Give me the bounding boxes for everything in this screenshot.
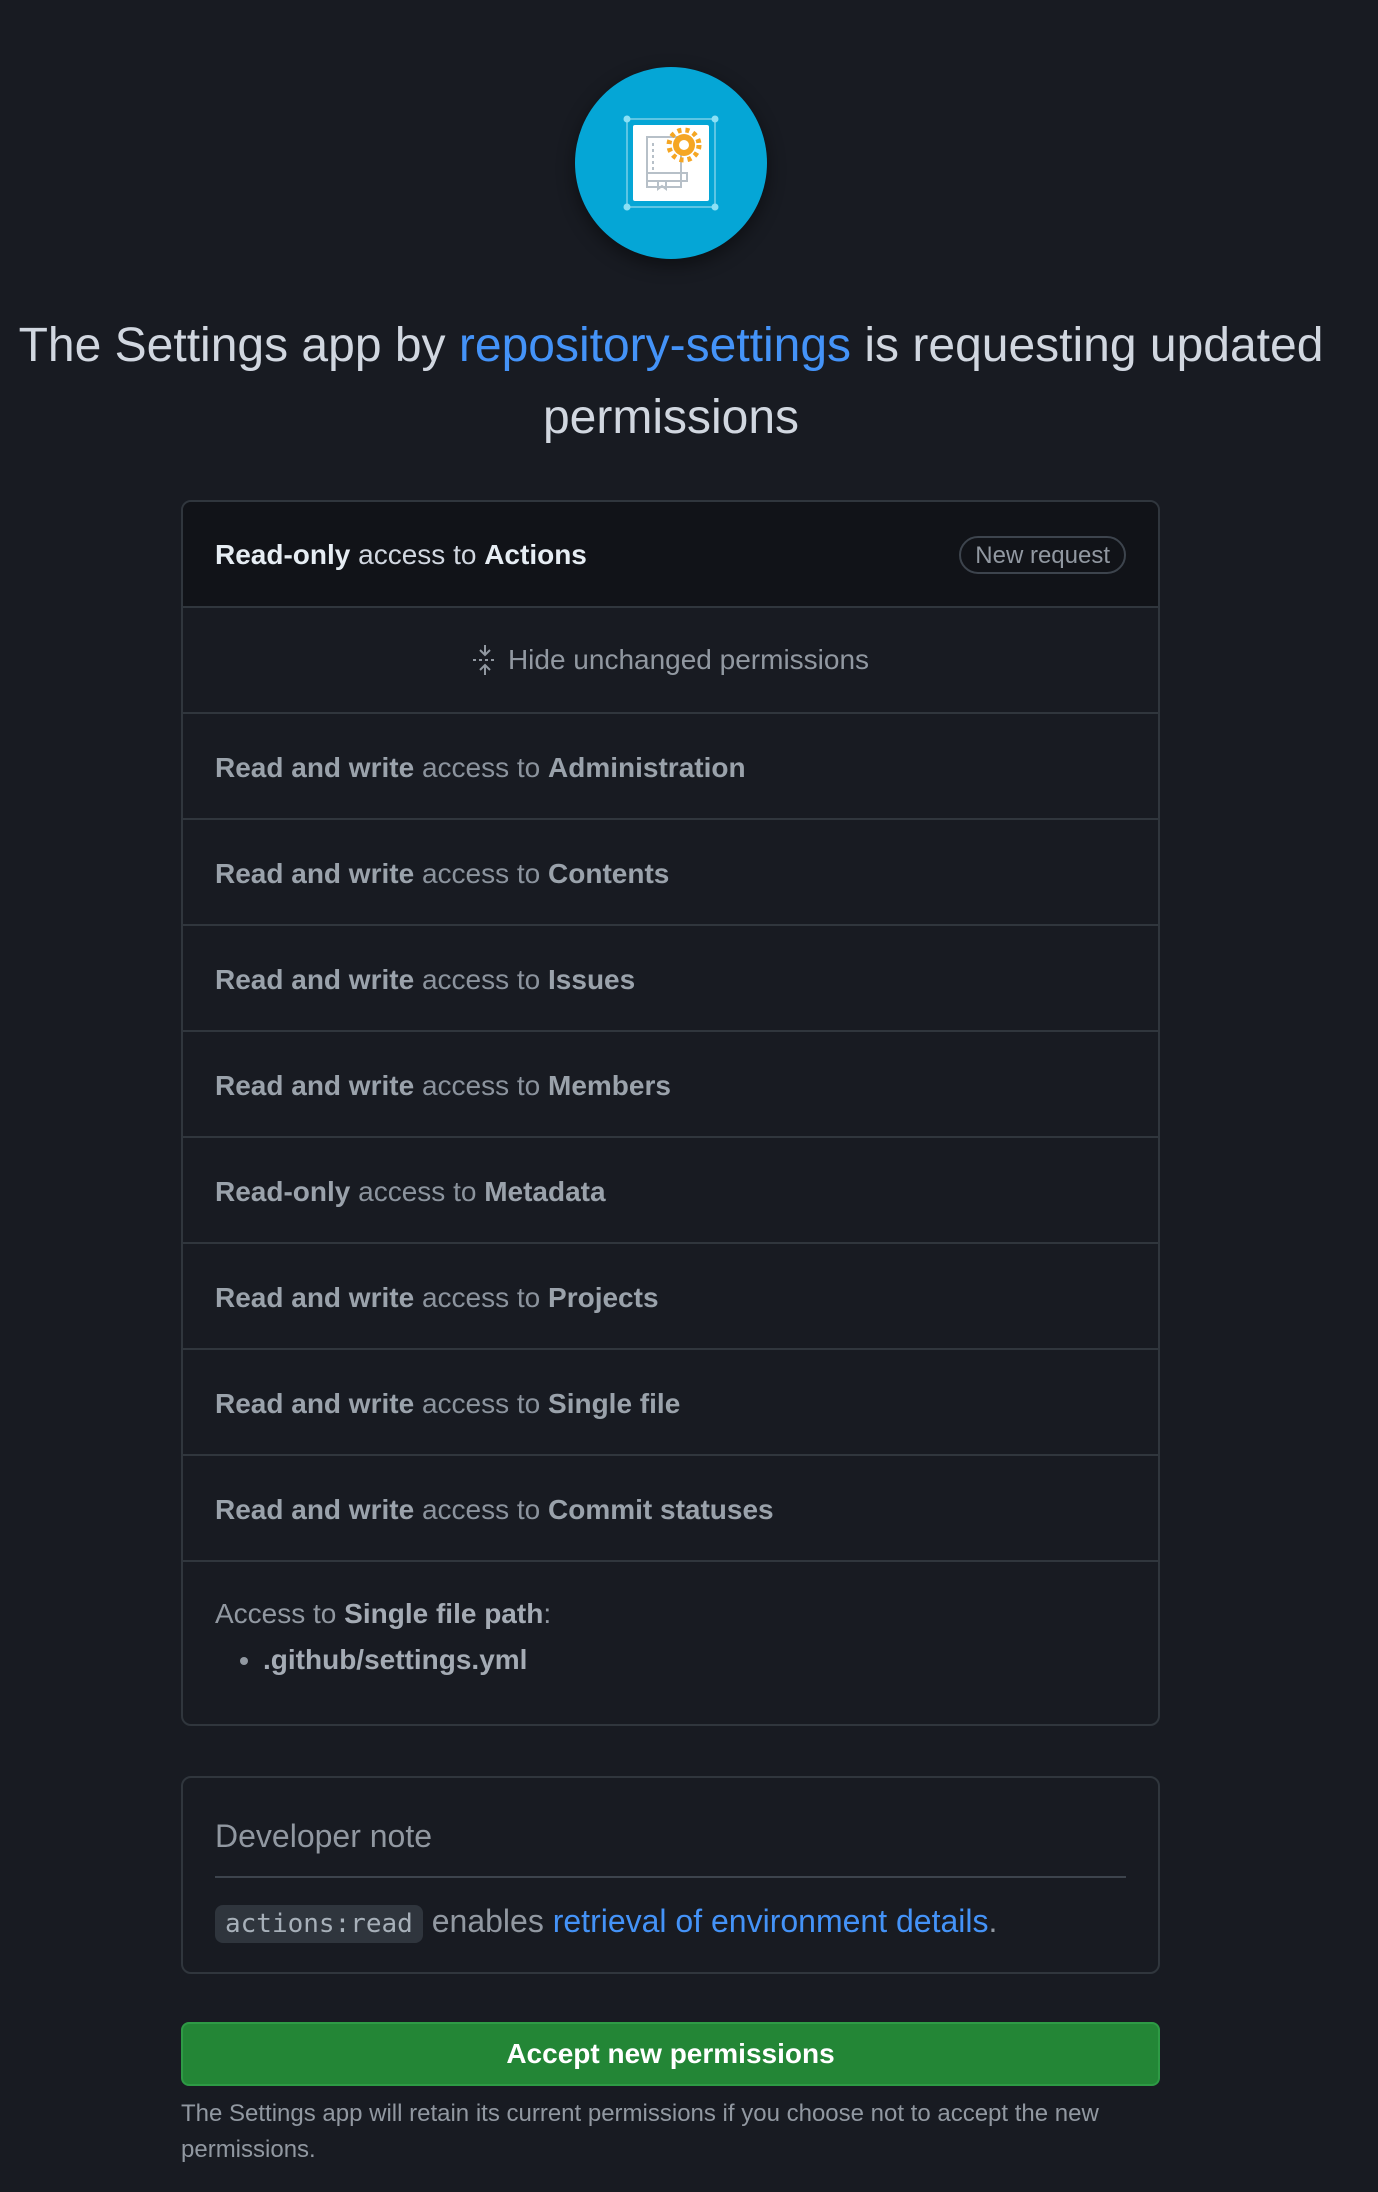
developer-note: Developer note actions:read enables retr… [181,1776,1160,1974]
permission-row: Read and write access to Projects [183,1244,1158,1350]
permission-text: Read and write access to Members [215,1070,671,1102]
fold-icon [472,645,497,675]
permission-text: Read and write access to Single file [215,1388,680,1420]
permission-level: Read and write [215,1388,415,1419]
note-middle: enables [422,1903,553,1939]
permission-row: Read and write access to Issues [183,926,1158,1032]
permissions-list: Read-only access to Actions New request … [181,500,1160,1726]
settings-app-icon [623,115,719,211]
note-end: . [988,1903,998,1939]
permission-middle: access to [414,1282,549,1313]
developer-note-title: Developer note [215,1818,433,1854]
permission-text: Read-only access to Metadata [215,1176,606,1208]
permission-text: Read and write access to Projects [215,1282,659,1314]
divider [215,1876,1126,1878]
file-path-section: Access to Single file path: .github/sett… [183,1562,1158,1676]
permission-middle: access to [414,964,549,995]
permission-resource: Projects [548,1282,659,1313]
permission-text: Read and write access to Issues [215,964,635,996]
permission-resource: Administration [548,752,746,783]
permission-middle: access to [350,539,485,570]
permission-middle: access to [414,858,549,889]
headline-prefix: The Settings app by [18,319,459,372]
permission-row: Read and write access to Single file [183,1350,1158,1456]
permission-row: Read and write access to Members [183,1032,1158,1138]
accept-permissions-button[interactable]: Accept new permissions [181,2022,1160,2086]
permission-resource: Actions [484,539,587,570]
permission-level: Read and write [215,1282,415,1313]
environment-details-link[interactable]: retrieval of environment details [553,1903,989,1939]
permission-level: Read-only [215,1176,351,1207]
permission-level: Read and write [215,1070,415,1101]
permission-resource: Metadata [484,1176,606,1207]
org-link[interactable]: repository-settings [459,319,851,372]
permission-text: Read and write access to Commit statuses [215,1494,774,1526]
file-path-label: Single file path [344,1598,544,1629]
permission-text: Read and write access to Contents [215,858,669,890]
hide-unchanged-label: Hide unchanged permissions [507,644,870,675]
permission-text: Read and write access to Administration [215,752,746,784]
permission-middle: access to [414,752,549,783]
file-path-item: .github/settings.yml [263,1644,1126,1676]
permission-text: Read-only access to Actions [215,539,587,571]
file-path-suffix: : [543,1598,552,1629]
permission-level: Read and write [215,752,415,783]
retain-note: The Settings app will retain its current… [181,2100,1099,2163]
permission-middle: access to [414,1388,549,1419]
permission-row: Read-only access to Metadata [183,1138,1158,1244]
hide-unchanged-button[interactable]: Hide unchanged permissions [183,608,1158,714]
code-snippet: actions:read [215,1905,423,1943]
permission-row: Read and write access to Contents [183,820,1158,926]
permission-middle: access to [350,1176,485,1207]
permission-level: Read-only [215,539,351,570]
app-avatar [575,67,767,259]
permission-level: Read and write [215,964,415,995]
permission-level: Read and write [215,858,415,889]
file-path-list: .github/settings.yml [215,1644,1126,1676]
permission-resource: Issues [548,964,636,995]
file-path-prefix: Access to [215,1598,345,1629]
permission-resource: Members [548,1070,671,1101]
file-path-value: .github/settings.yml [263,1644,528,1675]
new-request-badge: New request [959,536,1126,574]
permission-middle: access to [414,1070,549,1101]
permission-level: Read and write [215,1494,415,1525]
permission-resource: Commit statuses [548,1494,774,1525]
developer-note-body: actions:read enables retrieval of enviro… [215,1898,997,1947]
permission-middle: access to [414,1494,549,1525]
permission-row: Read and write access to Administration [183,714,1158,820]
permission-resource: Single file [548,1388,681,1419]
page-title: The Settings app by repository-settings … [0,310,1342,454]
permission-resource: Contents [548,858,670,889]
permission-row: Read and write access to Commit statuses [183,1456,1158,1562]
new-permission-row: Read-only access to Actions New request [183,502,1158,608]
